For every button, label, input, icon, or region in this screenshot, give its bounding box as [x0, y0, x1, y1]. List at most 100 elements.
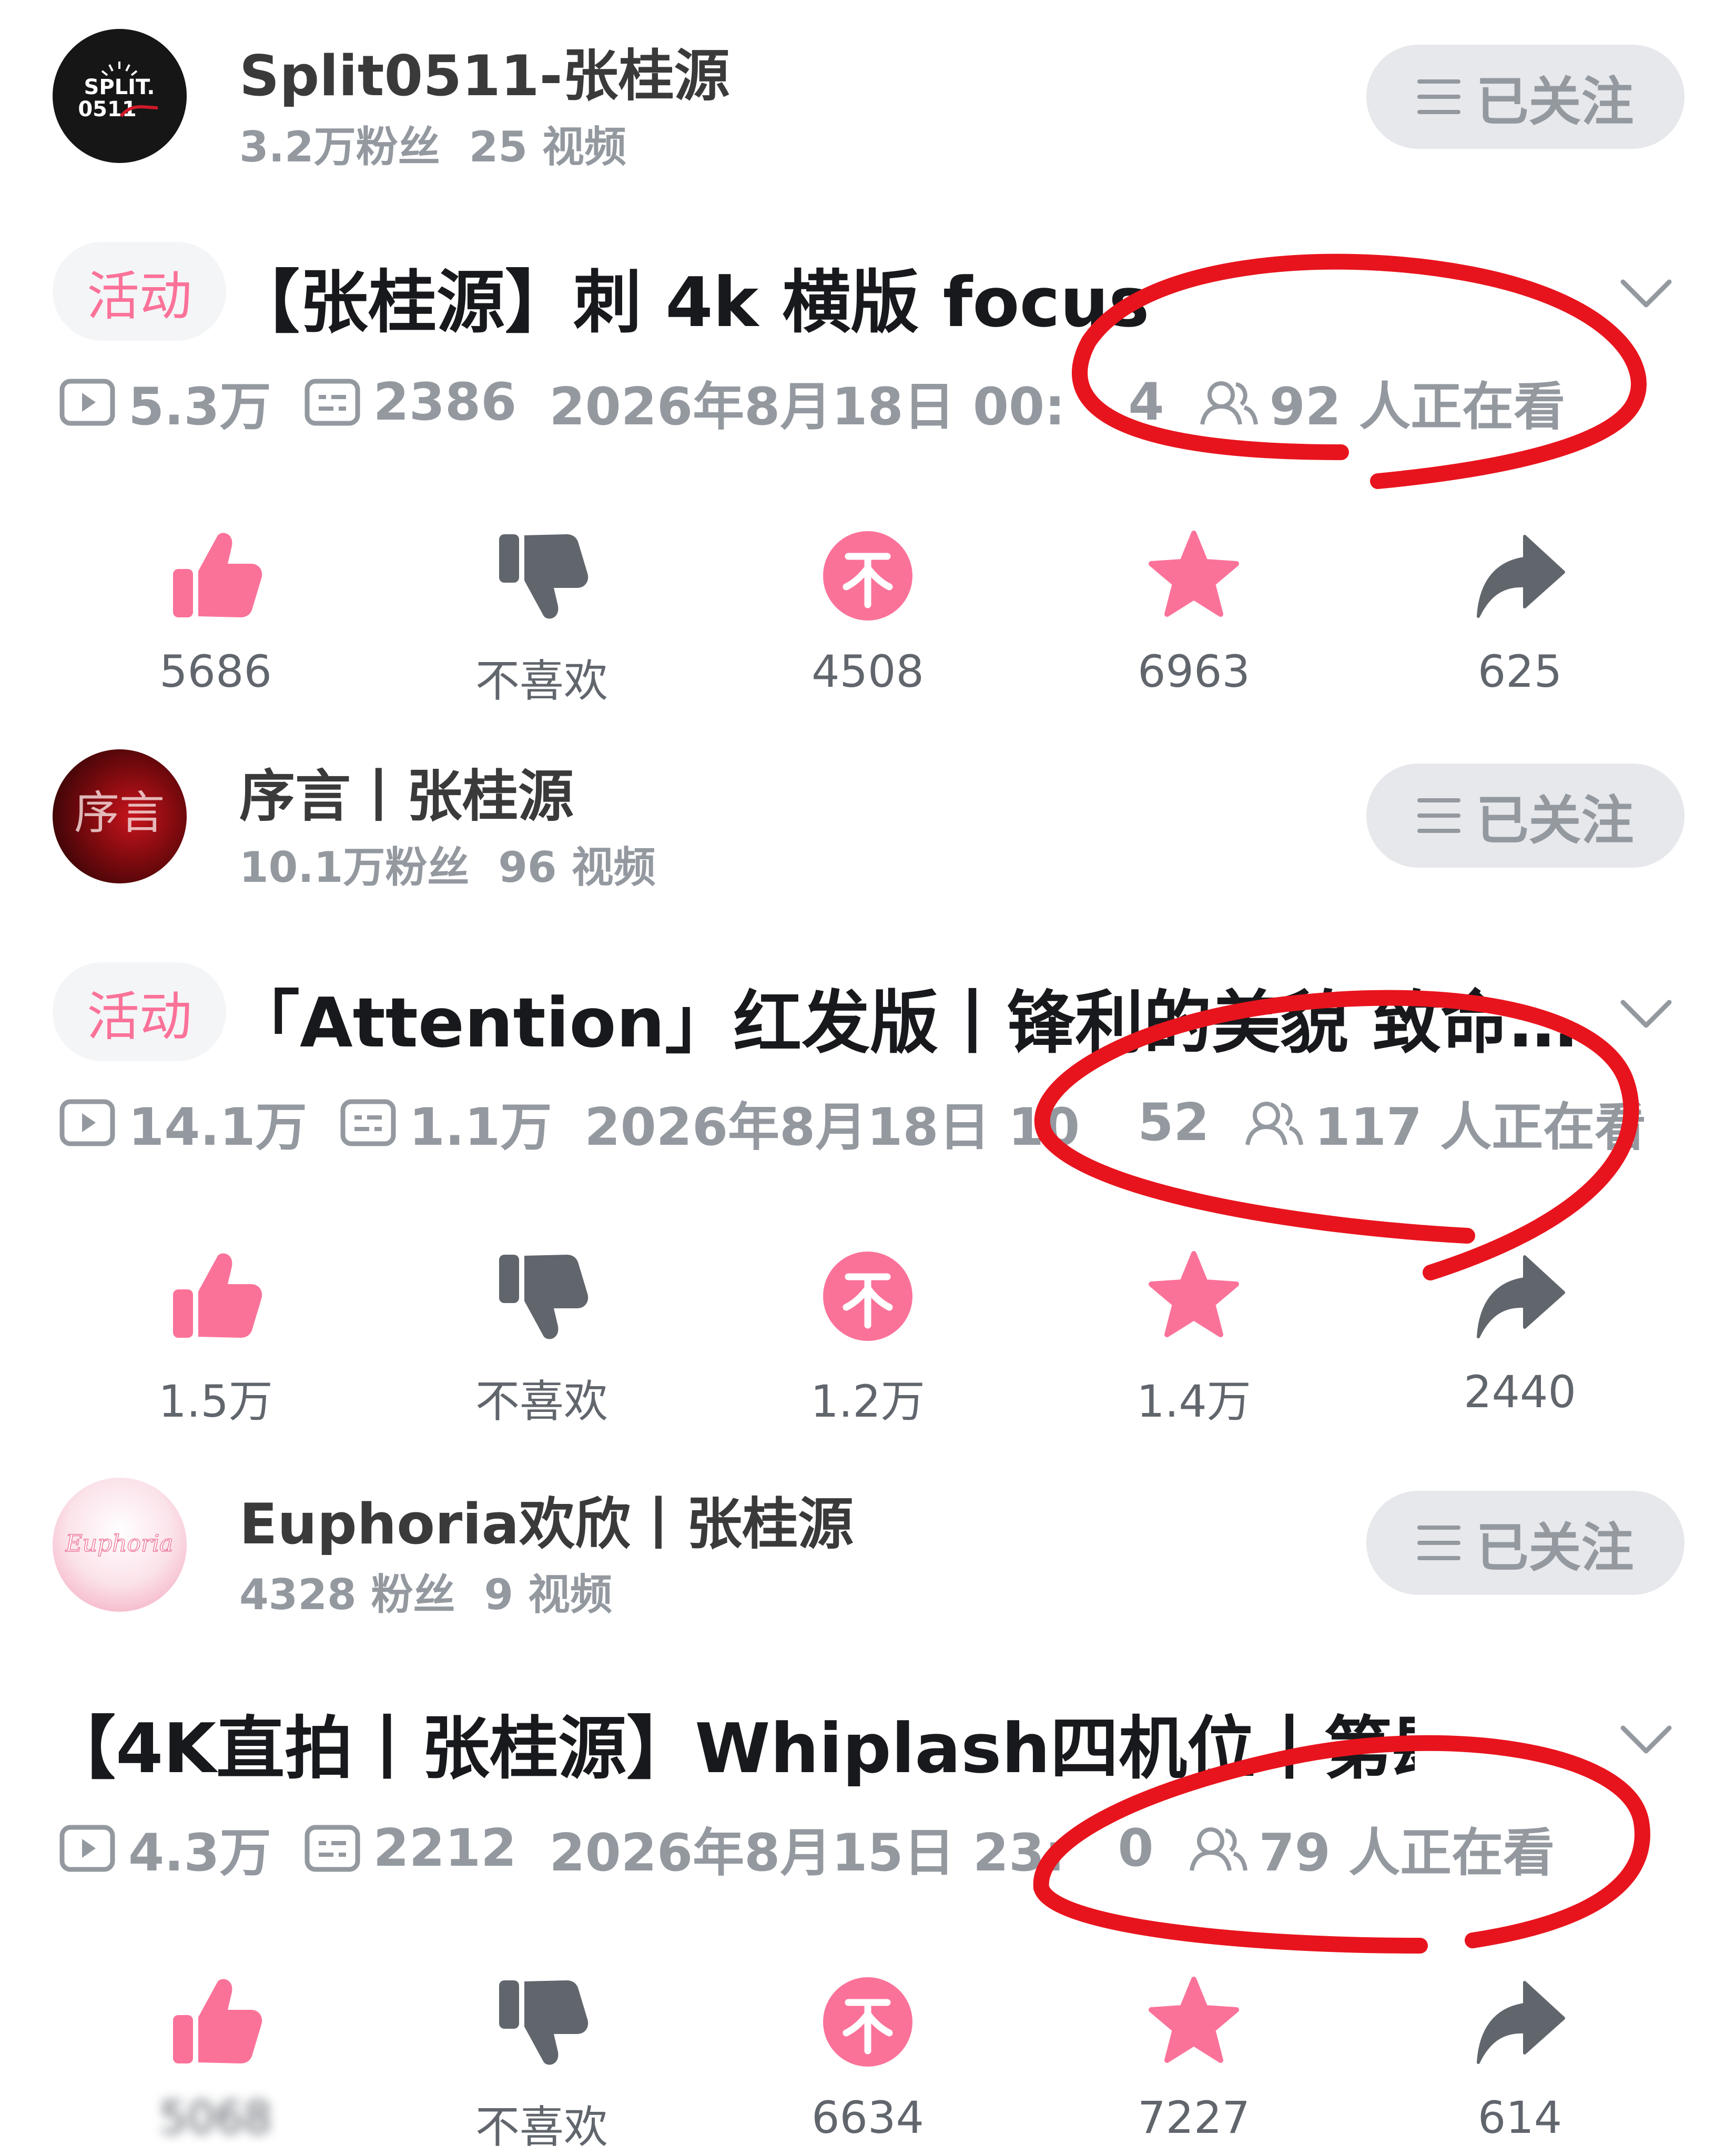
coin-icon [823, 531, 912, 621]
watching-count: 92 人正在看 [1269, 377, 1566, 437]
video-title[interactable]: 「Attention」红发版丨锋利的美貌 致命… [231, 968, 1609, 1066]
favorite-button[interactable]: 1.4万 [1089, 1246, 1299, 1430]
menu-icon [1417, 798, 1460, 833]
chevron-down-icon[interactable] [1620, 278, 1672, 309]
channel-name[interactable]: Split0511-张桂源 [239, 30, 730, 111]
follow-button[interactable]: 已关注 [1366, 764, 1685, 868]
chevron-down-icon[interactable] [1620, 1724, 1672, 1755]
star-icon [1149, 531, 1239, 617]
split0511-logo-icon: SPLIT. 0511 [78, 62, 158, 121]
dislike-label: 不喜欢 [475, 1376, 608, 1427]
star-icon [1149, 1977, 1239, 2063]
watching-icon [1245, 1102, 1303, 1145]
watching-icon [1189, 1827, 1247, 1871]
share-count: 614 [1477, 2092, 1562, 2143]
publish-time-fragment: 0 [1118, 1818, 1154, 1878]
coin-count: 4508 [811, 646, 924, 697]
coin-count: 6634 [811, 2092, 924, 2143]
channel-name[interactable]: Euphoria欢欣丨张桂源 [239, 1479, 854, 1560]
video-stats: 5.3万 2386 2026年8月18日 00: 4 92 人正在看 [59, 371, 1565, 437]
coin-icon [823, 1252, 912, 1341]
publish-date: 2026年8月18日 10 [584, 1097, 1080, 1157]
video-count: 25 视频 [469, 123, 626, 171]
thumbs-up-icon [173, 1979, 262, 2063]
dislike-button[interactable]: 不喜欢 [437, 526, 647, 709]
favorite-count: 1.4万 [1137, 1376, 1251, 1427]
channel-name[interactable]: 序言丨张桂源 [239, 751, 574, 832]
share-arrow-icon [1477, 1255, 1565, 1338]
video-title[interactable]: 【4K直拍丨张桂源】Whiplash四机位丨第肆 [47, 1693, 1415, 1792]
follow-label: 已关注 [1476, 1517, 1634, 1579]
like-count: 5068 [159, 2092, 272, 2143]
coin-count: 1.2万 [810, 1376, 925, 1427]
video-count: 9 视频 [484, 1570, 613, 1619]
play-count: 14.1万 [128, 1097, 307, 1157]
danmaku-icon [305, 1825, 360, 1872]
danmaku-count: 2212 [373, 1818, 517, 1878]
coin-button[interactable]: 4508 [763, 526, 973, 697]
channel-stats: 3.2万粉丝 25 视频 [239, 113, 655, 174]
channel-avatar[interactable]: Euphoria [53, 1478, 187, 1612]
like-button[interactable]: 5686 [110, 526, 321, 697]
thumbs-down-icon [499, 1255, 588, 1339]
share-arrow-icon [1477, 535, 1565, 618]
follow-button[interactable]: 已关注 [1366, 1491, 1685, 1595]
action-bar: 5686 不喜欢 4508 6963 625 [0, 526, 1725, 707]
star-icon [1149, 1251, 1239, 1337]
fans-count: 4328 粉丝 [239, 1570, 455, 1619]
favorite-count: 7227 [1138, 2092, 1250, 2143]
favorite-count: 6963 [1138, 646, 1250, 697]
follow-label: 已关注 [1476, 70, 1634, 133]
channel-stats: 4328 粉丝 9 视频 [239, 1561, 641, 1622]
video-stats: 14.1万 1.1万 2026年8月18日 10 52 117 人正在看 [59, 1091, 1646, 1157]
svg-text:SPLIT.: SPLIT. [84, 75, 155, 99]
coin-button[interactable]: 1.2万 [763, 1246, 973, 1430]
watching-count: 117 人正在看 [1314, 1097, 1647, 1157]
dislike-button[interactable]: 不喜欢 [437, 1246, 647, 1430]
channel-avatar[interactable]: 序言 [53, 749, 187, 883]
euphoria-logo-icon: Euphoria [65, 1530, 174, 1558]
thumbs-up-icon [173, 533, 262, 617]
svg-text:Euphoria: Euphoria [65, 1530, 174, 1557]
channel-avatar[interactable]: SPLIT. 0511 [53, 29, 187, 163]
video-count: 96 视频 [498, 843, 656, 892]
share-button[interactable]: 625 [1415, 526, 1625, 697]
like-button[interactable]: 5068 [110, 1972, 321, 2143]
video-title[interactable]: 【张桂源】刺 4k 横版 focus [231, 247, 1599, 346]
publish-time-fragment: 4 [1128, 372, 1164, 432]
publish-time-fragment: 52 [1138, 1093, 1210, 1153]
svg-text:序言: 序言 [74, 787, 165, 839]
fans-count: 10.1万粉丝 [239, 843, 470, 892]
video-stats: 4.3万 2212 2026年8月15日 23: 0 79 人正在看 [59, 1817, 1555, 1883]
thumbs-up-icon [173, 1253, 262, 1338]
coin-icon [823, 1977, 912, 2067]
danmaku-count: 2386 [373, 372, 517, 432]
like-count: 1.5万 [158, 1376, 273, 1427]
follow-button[interactable]: 已关注 [1366, 45, 1685, 149]
watching-icon [1200, 381, 1258, 425]
favorite-button[interactable]: 6963 [1089, 526, 1299, 697]
menu-icon [1417, 79, 1460, 114]
dislike-button[interactable]: 不喜欢 [437, 1972, 647, 2155]
menu-icon [1417, 1526, 1460, 1560]
thumbs-down-icon [499, 534, 588, 619]
share-button[interactable]: 614 [1415, 1972, 1625, 2143]
share-button[interactable]: 2440 [1415, 1246, 1625, 1418]
watching-count: 79 人正在看 [1259, 1823, 1555, 1883]
like-button[interactable]: 1.5万 [110, 1246, 321, 1430]
channel-stats: 10.1万粉丝 96 视频 [239, 833, 685, 894]
activity-tag: 活动 [53, 962, 226, 1061]
thumbs-down-icon [499, 1980, 588, 2065]
chevron-down-icon[interactable] [1620, 998, 1672, 1030]
play-count-icon [59, 1099, 115, 1146]
publish-date: 2026年8月18日 00: [549, 377, 1066, 437]
share-count: 2440 [1464, 1366, 1576, 1418]
favorite-button[interactable]: 7227 [1089, 1972, 1299, 2143]
coin-button[interactable]: 6634 [763, 1972, 973, 2143]
danmaku-icon [305, 379, 360, 426]
fans-count: 3.2万粉丝 [239, 123, 440, 171]
like-count: 5686 [159, 646, 272, 697]
action-bar: 1.5万 不喜欢 1.2万 1.4万 2440 [0, 1246, 1725, 1427]
danmaku-icon [340, 1099, 396, 1146]
play-count: 5.3万 [128, 377, 271, 437]
